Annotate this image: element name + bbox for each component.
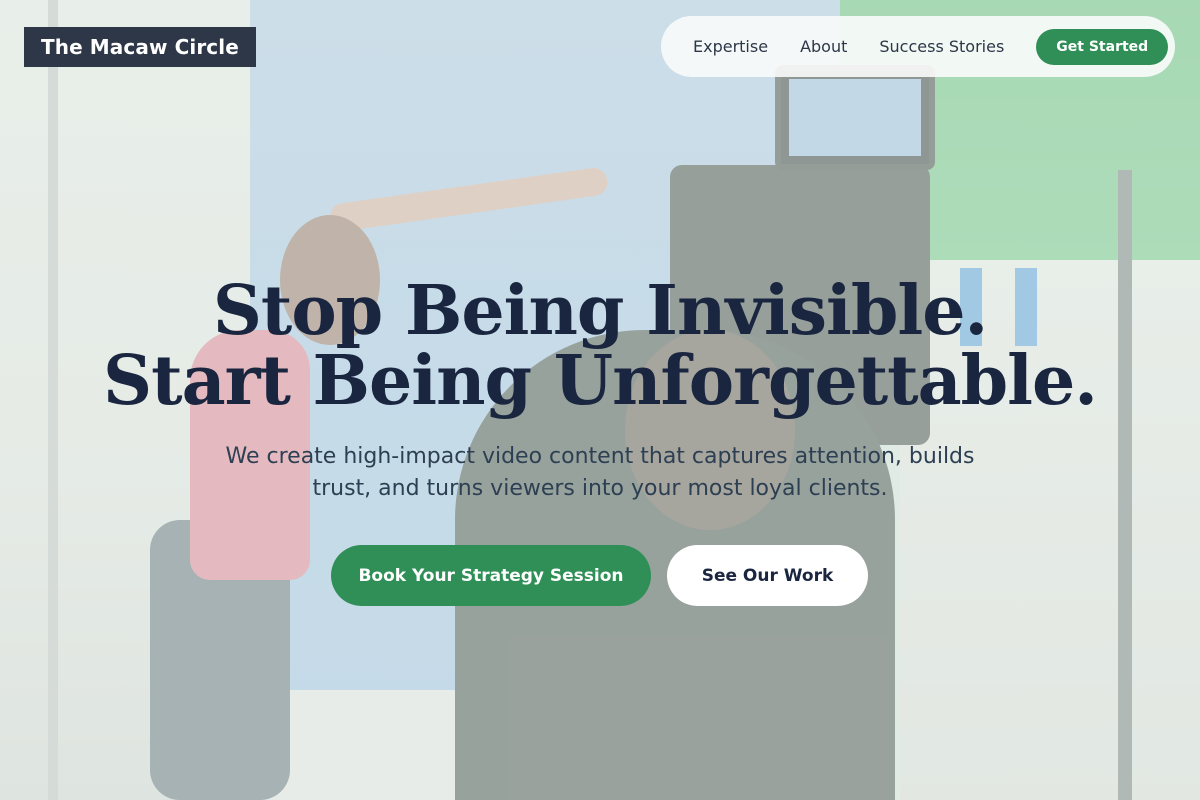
hero-subheadline: We create high-impact video content that…	[225, 444, 975, 501]
nav-link-about[interactable]: About	[800, 37, 847, 56]
main-navigation: Expertise About Success Stories Get Star…	[661, 16, 1175, 77]
headline-line-2: Start Being Unforgettable.	[103, 341, 1098, 421]
book-strategy-session-button[interactable]: Book Your Strategy Session	[331, 545, 651, 606]
nav-link-expertise[interactable]: Expertise	[693, 37, 768, 56]
get-started-button[interactable]: Get Started	[1036, 28, 1169, 65]
hero-headline: Stop Being Invisible. Start Being Unforg…	[0, 276, 1200, 416]
brand-logo[interactable]: The Macaw Circle	[24, 27, 256, 67]
nav-link-success-stories[interactable]: Success Stories	[879, 37, 1004, 56]
headline-line-1: Stop Being Invisible.	[212, 271, 988, 351]
see-our-work-button[interactable]: See Our Work	[667, 545, 868, 606]
hero-section: The Macaw Circle Expertise About Success…	[0, 0, 1200, 800]
